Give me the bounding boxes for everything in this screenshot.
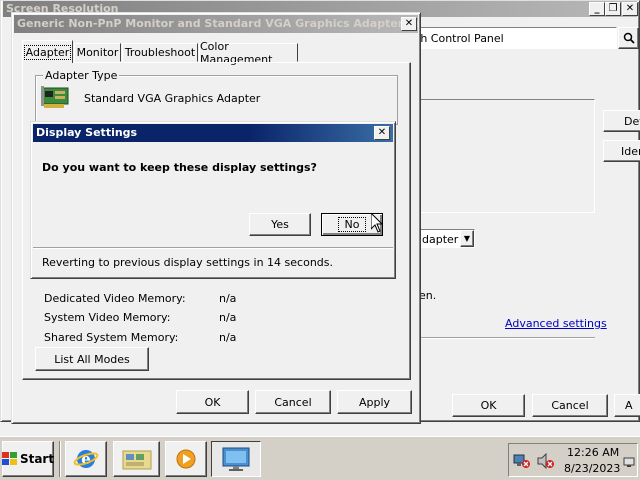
clock-date[interactable]: 8/23/2023 bbox=[564, 462, 620, 475]
address-text: rch Control Panel bbox=[410, 32, 504, 45]
windows-logo-icon bbox=[1, 452, 18, 466]
cancel-button[interactable]: Cancel bbox=[255, 390, 331, 414]
dedicated-video-memory-value: n/a bbox=[219, 292, 237, 305]
close-icon[interactable]: ✕ bbox=[622, 2, 638, 16]
svg-text:e: e bbox=[81, 450, 91, 468]
chevron-down-icon[interactable]: ▼ bbox=[460, 230, 474, 247]
internet-explorer-icon[interactable]: e bbox=[65, 441, 107, 477]
monitor-preview-area[interactable] bbox=[405, 99, 595, 213]
shared-system-memory-value: n/a bbox=[219, 331, 237, 344]
display-settings-taskbar-button[interactable] bbox=[211, 441, 261, 477]
identify-button[interactable]: Ider bbox=[603, 140, 640, 162]
tab-troubleshoot-label: Troubleshoot bbox=[124, 46, 196, 59]
apply-button-label: Apply bbox=[358, 395, 391, 409]
back-cancel-label: Cancel bbox=[551, 399, 589, 412]
tab-monitor[interactable]: Monitor bbox=[74, 43, 121, 62]
search-icon[interactable] bbox=[618, 27, 639, 49]
detect-button[interactable]: Det bbox=[603, 110, 640, 132]
tab-adapter[interactable]: Adapter bbox=[22, 40, 73, 63]
countdown-text: Reverting to previous display settings i… bbox=[42, 256, 333, 269]
display-dropdown-value: dapter bbox=[422, 233, 459, 246]
dedicated-video-memory-label: Dedicated Video Memory: bbox=[44, 292, 186, 305]
back-apply-label: A bbox=[625, 399, 633, 412]
identify-button-label: Ider bbox=[621, 144, 640, 158]
clock-time[interactable]: 12:26 AM bbox=[567, 446, 619, 459]
explorer-folder-icon[interactable] bbox=[113, 441, 160, 477]
detect-button-label: Det bbox=[624, 114, 640, 128]
system-video-memory-value: n/a bbox=[219, 311, 237, 324]
start-button-label: Start bbox=[19, 452, 55, 466]
display-settings-dialog: Display Settings ✕ Do you want to keep t… bbox=[30, 121, 396, 279]
properties-close-icon[interactable]: ✕ bbox=[401, 17, 417, 31]
network-disconnected-icon[interactable] bbox=[513, 453, 531, 469]
back-cancel-button[interactable]: Cancel bbox=[532, 394, 608, 417]
minimize-icon[interactable]: _ bbox=[589, 2, 605, 16]
cancel-button-label: Cancel bbox=[274, 395, 312, 409]
address-bar[interactable]: rch Control Panel bbox=[405, 27, 617, 49]
adapter-card-icon bbox=[41, 85, 69, 109]
mouse-cursor-icon bbox=[370, 211, 384, 233]
partial-text: en. bbox=[419, 289, 437, 302]
apply-button[interactable]: Apply bbox=[337, 390, 412, 414]
back-ok-button[interactable]: OK bbox=[452, 394, 525, 417]
back-ok-label: OK bbox=[480, 399, 497, 412]
display-settings-close-icon[interactable]: ✕ bbox=[374, 126, 390, 140]
media-player-icon[interactable] bbox=[165, 441, 207, 477]
quick-launch-separator bbox=[59, 441, 61, 477]
shared-system-memory-label: Shared System Memory: bbox=[44, 331, 179, 344]
volume-muted-icon[interactable] bbox=[537, 452, 555, 470]
adapter-name: Standard VGA Graphics Adapter bbox=[84, 92, 261, 105]
properties-titlebar: Generic Non-PnP Monitor and Standard VGA… bbox=[14, 15, 418, 33]
adapter-type-group-label: Adapter Type bbox=[43, 69, 120, 82]
ok-button-label: OK bbox=[204, 395, 221, 409]
advanced-settings-link[interactable]: Advanced settings bbox=[505, 317, 607, 330]
dialog-separator bbox=[33, 247, 393, 249]
start-button[interactable]: Start bbox=[1, 441, 55, 477]
system-tray: 12:26 AM 8/23/2023 bbox=[508, 443, 638, 477]
system-video-memory-label: System Video Memory: bbox=[44, 311, 171, 324]
yes-button-label: Yes bbox=[271, 218, 289, 231]
yes-button[interactable]: Yes bbox=[249, 213, 311, 236]
tab-color-management[interactable]: Color Management bbox=[199, 40, 298, 66]
taskbar: Start e 12:26 AM 8/23/2023 bbox=[0, 436, 640, 480]
list-all-modes-label: List All Modes bbox=[54, 352, 130, 366]
tab-adapter-label: Adapter bbox=[23, 44, 72, 60]
list-all-modes-button[interactable]: List All Modes bbox=[35, 347, 149, 371]
tab-monitor-label: Monitor bbox=[76, 46, 119, 59]
tab-troubleshoot[interactable]: Troubleshoot bbox=[122, 43, 198, 62]
back-apply-button[interactable]: A bbox=[614, 394, 640, 417]
separator bbox=[419, 337, 595, 339]
display-settings-titlebar: Display Settings bbox=[33, 124, 393, 142]
confirmation-question: Do you want to keep these display settin… bbox=[42, 161, 317, 174]
show-desktop-icon[interactable] bbox=[623, 456, 635, 468]
no-button-label: No bbox=[337, 217, 367, 232]
ok-button[interactable]: OK bbox=[176, 390, 249, 414]
restore-icon[interactable]: ❐ bbox=[605, 2, 621, 16]
